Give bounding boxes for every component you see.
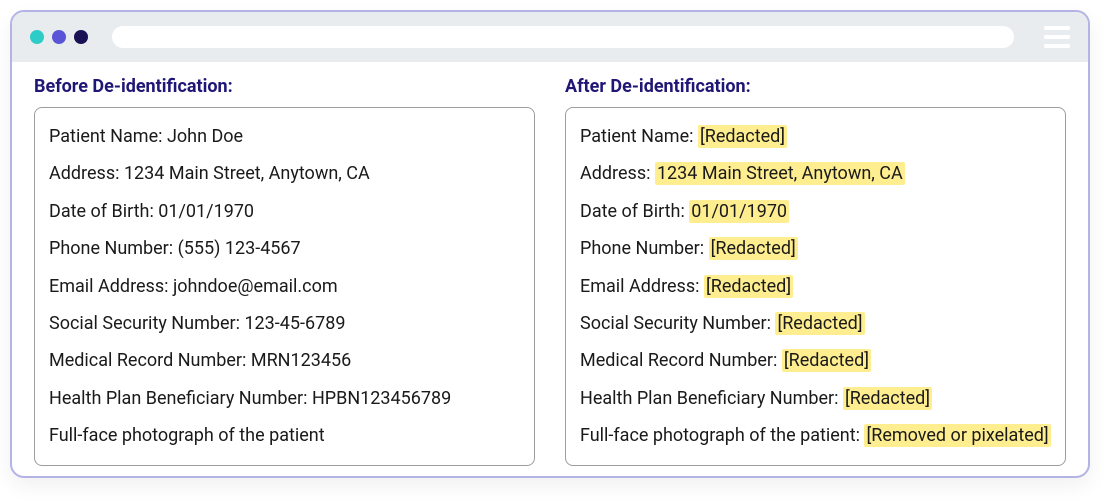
before-field-line: Patient Name: John Doe xyxy=(49,118,520,155)
before-field-line: Address: 1234 Main Street, Anytown, CA xyxy=(49,155,520,192)
field-separator: : xyxy=(149,201,158,222)
field-separator: : xyxy=(158,126,167,147)
before-field-line: Medical Record Number: MRN123456 xyxy=(49,342,520,379)
field-value: HPBN123456789 xyxy=(312,388,451,409)
url-bar[interactable] xyxy=(112,26,1014,48)
after-field-line: Date of Birth: 01/01/1970 xyxy=(580,193,1051,230)
field-separator: : xyxy=(695,276,704,297)
content: Before De-identification: Patient Name: … xyxy=(12,62,1088,478)
field-label: Social Security Number xyxy=(49,313,236,334)
field-label: Address xyxy=(49,163,115,184)
field-value: 01/01/1970 xyxy=(158,201,254,222)
field-separator: : xyxy=(115,163,124,184)
before-field-line: Full-face photograph of the patient xyxy=(49,417,520,454)
field-label: Date of Birth xyxy=(49,201,149,222)
before-field-line: Social Security Number: 123-45-6789 xyxy=(49,305,520,342)
field-label: Medical Record Number xyxy=(49,350,242,371)
field-label: Email Address xyxy=(49,276,164,297)
field-label: Date of Birth xyxy=(580,201,680,222)
before-box: Patient Name: John DoeAddress: 1234 Main… xyxy=(34,107,535,466)
field-label: Health Plan Beneficiary Number xyxy=(49,388,303,409)
after-field-line: Full-face photograph of the patient: [Re… xyxy=(580,417,1051,454)
field-value: [Redacted] xyxy=(843,387,932,410)
field-value: [Removed or pixelated] xyxy=(864,424,1050,447)
after-field-line: Patient Name: [Redacted] xyxy=(580,118,1051,155)
field-value: John Doe xyxy=(167,126,243,147)
field-separator: : xyxy=(680,201,689,222)
field-value: 1234 Main Street, Anytown, CA xyxy=(124,163,370,184)
field-label: Full-face photograph of the patient xyxy=(580,425,856,446)
field-separator: : xyxy=(646,163,655,184)
after-field-line: Address: 1234 Main Street, Anytown, CA xyxy=(580,155,1051,192)
field-value: 01/01/1970 xyxy=(689,200,789,223)
field-separator: : xyxy=(700,238,709,259)
before-column: Before De-identification: Patient Name: … xyxy=(34,76,535,466)
after-field-line: Phone Number: [Redacted] xyxy=(580,230,1051,267)
field-label: Address xyxy=(580,163,646,184)
before-heading: Before De-identification: xyxy=(34,76,535,97)
after-field-line: Social Security Number: [Redacted] xyxy=(580,305,1051,342)
field-separator: : xyxy=(773,350,782,371)
field-separator: : xyxy=(169,238,178,259)
field-separator: : xyxy=(689,126,698,147)
window-dot-1[interactable] xyxy=(30,30,44,44)
field-separator: : xyxy=(242,350,251,371)
field-label: Social Security Number xyxy=(580,313,767,334)
field-value: [Redacted] xyxy=(698,125,787,148)
after-field-line: Medical Record Number: [Redacted] xyxy=(580,342,1051,379)
field-value: [Redacted] xyxy=(704,275,793,298)
field-label: Phone Number xyxy=(580,238,700,259)
hamburger-menu-icon[interactable] xyxy=(1044,26,1070,48)
titlebar xyxy=(12,12,1088,62)
field-separator: : xyxy=(834,388,843,409)
field-separator: : xyxy=(303,388,312,409)
field-label: Full-face photograph of the patient xyxy=(49,425,325,446)
field-value: (555) 123-4567 xyxy=(178,238,301,259)
field-label: Health Plan Beneficiary Number xyxy=(580,388,834,409)
field-value: 1234 Main Street, Anytown, CA xyxy=(655,162,905,185)
traffic-lights xyxy=(30,30,88,44)
field-value: MRN123456 xyxy=(251,350,351,371)
before-field-line: Date of Birth: 01/01/1970 xyxy=(49,193,520,230)
field-separator: : xyxy=(164,276,173,297)
field-label: Medical Record Number xyxy=(580,350,773,371)
before-field-line: Phone Number: (555) 123-4567 xyxy=(49,230,520,267)
field-value: [Redacted] xyxy=(775,312,864,335)
field-label: Patient Name xyxy=(49,126,158,147)
window-dot-3[interactable] xyxy=(74,30,88,44)
field-value: 123-45-6789 xyxy=(244,313,345,334)
field-label: Patient Name xyxy=(580,126,689,147)
field-value: [Redacted] xyxy=(782,349,871,372)
field-value: johndoe@email.com xyxy=(173,276,338,297)
after-box: Patient Name: [Redacted]Address: 1234 Ma… xyxy=(565,107,1066,466)
field-label: Email Address xyxy=(580,276,695,297)
field-value: [Redacted] xyxy=(709,237,798,260)
field-label: Phone Number xyxy=(49,238,169,259)
before-field-line: Health Plan Beneficiary Number: HPBN1234… xyxy=(49,380,520,417)
after-field-line: Health Plan Beneficiary Number: [Redacte… xyxy=(580,380,1051,417)
browser-window: Before De-identification: Patient Name: … xyxy=(10,10,1090,478)
before-field-line: Email Address: johndoe@email.com xyxy=(49,268,520,305)
after-heading: After De-identification: xyxy=(565,76,1066,97)
window-dot-2[interactable] xyxy=(52,30,66,44)
after-column: After De-identification: Patient Name: [… xyxy=(565,76,1066,466)
after-field-line: Email Address: [Redacted] xyxy=(580,268,1051,305)
